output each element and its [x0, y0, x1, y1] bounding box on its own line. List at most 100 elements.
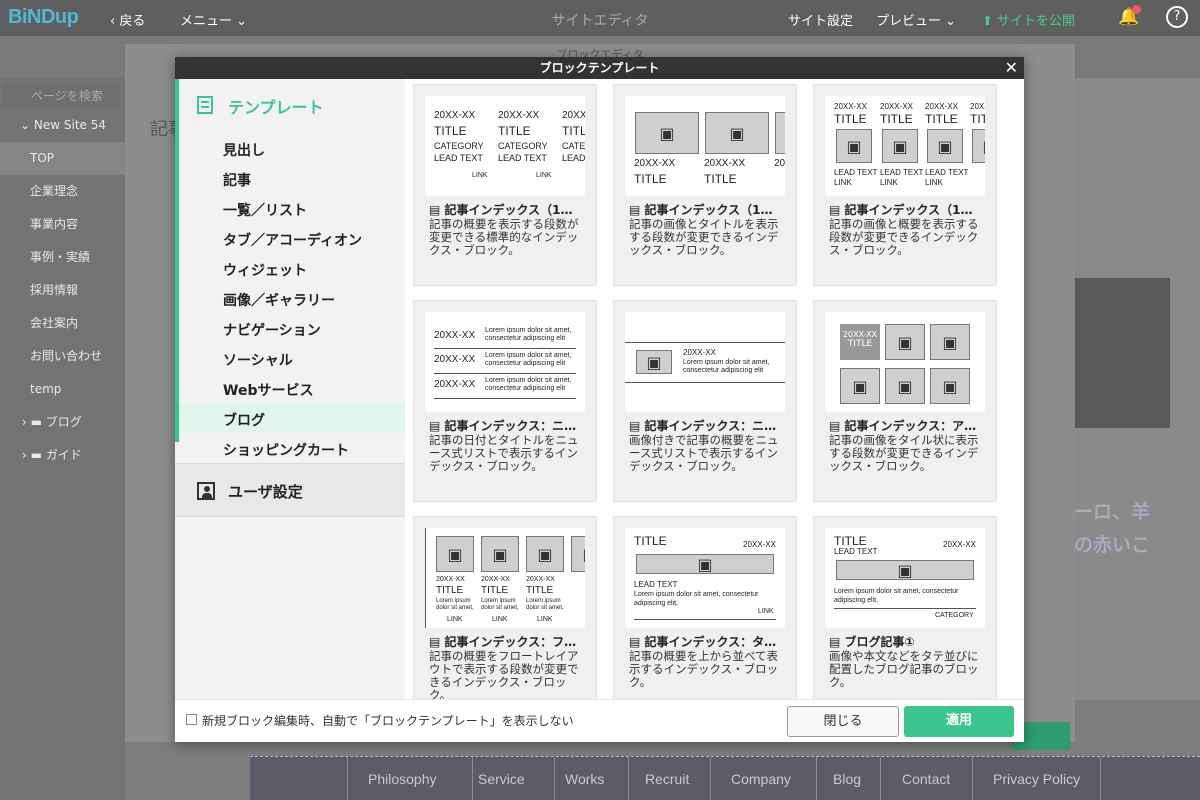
preview-text: の赤いこ	[1074, 534, 1151, 556]
page-item[interactable]: 企業理念	[0, 175, 125, 208]
image-placeholder-icon: ▣	[636, 554, 774, 574]
card-title: ▤ 記事インデックス（1…	[829, 203, 973, 217]
preview-button[interactable]: プレビュー ⌄	[876, 10, 956, 29]
category-list[interactable]: 一覧／リスト	[223, 200, 307, 220]
card-title: ▤ 記事インデックス：ニ…	[429, 419, 577, 433]
category-gallery[interactable]: 画像／ギャラリー	[223, 290, 335, 310]
publish-label: サイトを公開	[997, 14, 1076, 29]
card-description: 記事の概要を上から並べて表示するインデックス・ブロック。	[629, 649, 779, 689]
template-card[interactable]: 20XX-XX 20XX-XX 20XX-XX TITLE TITLE TITL…	[413, 84, 597, 286]
image-placeholder-icon: ▣	[836, 560, 974, 580]
nav-item: Blog	[833, 771, 862, 787]
close-button[interactable]: 閉じる	[787, 706, 899, 737]
selected-highlight	[179, 403, 405, 433]
category-social[interactable]: ソーシャル	[223, 350, 293, 370]
page-item[interactable]: 事業内容	[0, 208, 125, 241]
page-item[interactable]: 会社案内	[0, 307, 125, 340]
notification-dot	[1132, 5, 1141, 14]
user-icon	[197, 482, 215, 500]
page-item[interactable]: 採用情報	[0, 274, 125, 307]
site-name: New Site 54	[33, 118, 106, 132]
publish-button[interactable]: ⬆ サイトを公開	[982, 10, 1075, 29]
card-title: ▤ 記事インデックス：ニ…	[629, 419, 777, 433]
template-thumbnail: ▣ ▣ ▣ 20XX-XX 20XX-XX 20XX-XX TITLE TITL…	[625, 96, 785, 196]
card-description: 画像や本文などをタテ並びに配置したブログ記事のブロック。	[829, 649, 979, 689]
image-placeholder-icon: ▣	[930, 324, 970, 360]
template-thumbnail: TITLE 20XX-XX ▣ LEAD TEXT Lorem ipsum do…	[625, 528, 785, 628]
card-description: 記事の画像とタイトルを表示する段数が変更できるインデックス・ブロック。	[629, 217, 779, 257]
card-description: 記事の日付とタイトルをニュース式リストで表示するインデックス・ブロック。	[429, 433, 579, 473]
card-description: 画像付きで記事の概要をニュース式リストで表示するインデックス・ブロック。	[629, 433, 779, 473]
category-article[interactable]: 記事	[223, 170, 251, 190]
apply-button[interactable]: 適用	[904, 706, 1014, 737]
nav-item: Company	[731, 771, 791, 787]
template-thumbnail: 20XX-XX Lorem ipsum dolor sit amet, cons…	[425, 312, 585, 412]
category-webservice[interactable]: Webサービス	[223, 380, 313, 400]
card-description: 記事の概要をフロートレイアウトで表示する段数が変更できるインデックス・ブロック。	[429, 649, 579, 700]
user-settings-section[interactable]: ユーザ設定	[175, 463, 405, 517]
preview-image	[1075, 278, 1170, 428]
image-placeholder-icon: ▣	[635, 112, 699, 154]
template-card[interactable]: TITLE 20XX-XX ▣ LEAD TEXT Lorem ipsum do…	[613, 516, 797, 699]
category-navigation[interactable]: ナビゲーション	[223, 320, 321, 340]
category-tab[interactable]: タブ／アコーディオン	[223, 230, 362, 250]
nav-item: Service	[478, 771, 525, 787]
card-title: ▤ 記事インデックス：フ…	[429, 635, 577, 649]
template-thumbnail: 20XX-XX 20XX-XX 20XX-XX TITLE TITLE TITL…	[425, 96, 585, 196]
template-card[interactable]: ▣ ▣ ▣ 20XX-XX 20XX-XX 20XX-XX TITLE TITL…	[613, 84, 797, 286]
card-title: ▤ 記事インデックス（1…	[629, 203, 773, 217]
card-title: ▤ 記事インデックス：ア…	[829, 419, 977, 433]
image-placeholder-icon: ▣	[885, 368, 925, 404]
image-placeholder-icon: ▣	[775, 112, 785, 154]
page-item[interactable]: お問い合わせ	[0, 340, 125, 373]
image-placeholder-icon: ▣	[481, 536, 519, 572]
preview-label: プレビュー	[876, 14, 942, 29]
dialog-title: ブロックテンプレート	[175, 57, 1024, 79]
template-thumbnail: 20XX-XX 20XX-XX 20XX-XX 20XX-XX TITLE TI…	[825, 96, 985, 196]
template-grid: 20XX-XX 20XX-XX 20XX-XX TITLE TITLE TITL…	[405, 79, 1024, 699]
template-card[interactable]: TITLE LEAD TEXT 20XX-XX ▣ Lorem ipsum do…	[813, 516, 997, 699]
template-card[interactable]: 20XX-XX Lorem ipsum dolor sit amet, cons…	[413, 300, 597, 502]
site-root[interactable]: ⌄ New Site 54	[0, 109, 125, 142]
image-placeholder-icon: ▣	[885, 324, 925, 360]
image-placeholder-icon: ▣	[836, 129, 872, 163]
image-placeholder-icon: ▣	[882, 129, 918, 163]
page-item[interactable]: 事例・実績	[0, 241, 125, 274]
image-placeholder-icon: ▣	[972, 129, 985, 163]
template-card[interactable]: ▣ ▣ ▣ ▣ 20XX-XX 20XX-XX 20XX-XX TITLE TI…	[413, 516, 597, 699]
page-item[interactable]: temp	[0, 373, 125, 406]
page-search-input[interactable]: ページを検索	[3, 83, 120, 107]
card-title: ▤ 記事インデックス：タ…	[629, 635, 777, 649]
template-card[interactable]: 20XX-XX 20XX-XX 20XX-XX 20XX-XX TITLE TI…	[813, 84, 997, 286]
active-indicator	[175, 79, 179, 442]
template-thumbnail: ▣ 20XX-XX Lorem ipsum dolor sit amet, co…	[625, 312, 785, 412]
top-bar: BiNDup ‹ 戻る メニュー ⌄ サイトエディタ サイト設定 プレビュー ⌄…	[0, 0, 1200, 36]
folder-item[interactable]: › ▬ ブログ	[0, 406, 125, 439]
template-icon	[197, 96, 213, 114]
tile-title-box: 20XX-XX TITLE	[840, 324, 880, 360]
auto-show-checkbox[interactable]	[186, 714, 197, 725]
image-placeholder-icon: ▣	[930, 368, 970, 404]
image-placeholder-icon: ▣	[840, 368, 880, 404]
dialog-footer: 新規ブロック編集時、自動で「ブロックテンプレート」を表示しない 閉じる 適用	[175, 699, 1024, 742]
block-template-dialog: ブロックテンプレート ✕ テンプレート 見出し 記事 一覧／リスト タブ／アコー…	[175, 57, 1024, 742]
category-widget[interactable]: ウィジェット	[223, 260, 307, 280]
nav-item: Recruit	[645, 771, 690, 787]
footer-nav: Philosophy Service Works Recruit Company…	[250, 756, 1200, 800]
template-thumbnail: TITLE LEAD TEXT 20XX-XX ▣ Lorem ipsum do…	[825, 528, 985, 628]
folder-label: ガイド	[45, 448, 82, 462]
site-settings-button[interactable]: サイト設定	[788, 10, 853, 29]
page-item[interactable]: TOP	[0, 142, 125, 175]
template-card[interactable]: ▣ 20XX-XX Lorem ipsum dolor sit amet, co…	[613, 300, 797, 502]
category-heading[interactable]: 見出し	[223, 140, 265, 160]
close-icon[interactable]: ✕	[1005, 59, 1018, 77]
category-blog[interactable]: ブログ	[223, 410, 265, 430]
card-title: ▤ 記事インデックス（1…	[429, 203, 573, 217]
template-card[interactable]: 20XX-XX TITLE ▣ ▣ ▣ ▣ ▣ ▤ 記事インデックス：ア… 記事の…	[813, 300, 997, 502]
template-sidebar: テンプレート 見出し 記事 一覧／リスト タブ／アコーディオン ウィジェット 画…	[175, 79, 405, 699]
image-placeholder-icon: ▣	[636, 350, 672, 374]
help-icon[interactable]: ?	[1166, 6, 1188, 28]
image-placeholder-icon: ▣	[571, 536, 585, 572]
category-cart[interactable]: ショッピングカート	[223, 440, 349, 460]
folder-item[interactable]: › ▬ ガイド	[0, 439, 125, 472]
